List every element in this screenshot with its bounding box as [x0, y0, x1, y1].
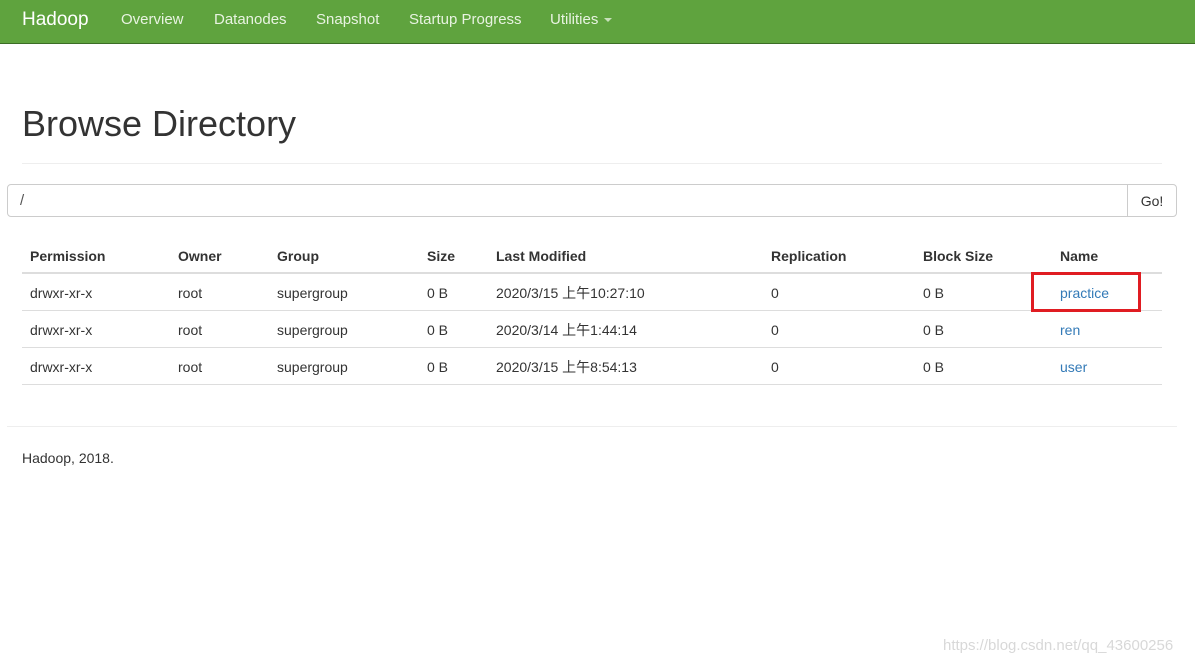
cell-block-size: 0 B [923, 322, 945, 338]
cell-owner: root [178, 285, 203, 301]
cell-size: 0 B [427, 285, 449, 301]
table-header: Permission Owner Group Size Last Modifie… [22, 237, 1162, 274]
cell-replication: 0 [771, 322, 779, 338]
column-header-size[interactable]: Size [427, 247, 455, 265]
column-header-last-modified[interactable]: Last Modified [496, 247, 586, 265]
brand-link[interactable]: Hadoop [22, 8, 89, 32]
nav-utilities-label: Utilities [550, 11, 599, 28]
cell-group: supergroup [277, 322, 348, 338]
cell-owner: root [178, 322, 203, 338]
cell-block-size: 0 B [923, 285, 945, 301]
column-header-name[interactable]: Name [1060, 247, 1098, 265]
cell-permission: drwxr-xr-x [30, 322, 93, 338]
nav-startup-progress[interactable]: Startup Progress [409, 11, 522, 29]
red-highlight-box [1031, 272, 1141, 312]
column-header-permission[interactable]: Permission [30, 247, 105, 265]
footer-text: Hadoop, 2018. [22, 450, 114, 466]
cell-owner: root [178, 359, 203, 375]
cell-last-modified: 2020/3/15 上午8:54:13 [496, 359, 637, 375]
directory-table: Permission Owner Group Size Last Modifie… [22, 237, 1162, 385]
table-row: drwxr-xr-x root supergroup 0 B 2020/3/14… [22, 311, 1162, 348]
table-row: drwxr-xr-x root supergroup 0 B 2020/3/15… [22, 348, 1162, 385]
cell-size: 0 B [427, 359, 449, 375]
top-navbar: Hadoop Overview Datanodes Snapshot Start… [0, 0, 1195, 44]
column-header-block-size[interactable]: Block Size [923, 247, 993, 265]
directory-link-ren[interactable]: ren [1060, 321, 1080, 339]
directory-path-input[interactable] [7, 184, 1128, 217]
cell-last-modified: 2020/3/14 上午1:44:14 [496, 322, 637, 338]
cell-replication: 0 [771, 285, 779, 301]
cell-last-modified: 2020/3/15 上午10:27:10 [496, 285, 645, 301]
cell-group: supergroup [277, 285, 348, 301]
cell-permission: drwxr-xr-x [30, 359, 93, 375]
column-header-replication[interactable]: Replication [771, 247, 846, 265]
table-row: drwxr-xr-x root supergroup 0 B 2020/3/15… [22, 272, 1162, 312]
column-header-group[interactable]: Group [277, 247, 319, 265]
cell-replication: 0 [771, 359, 779, 375]
column-header-owner[interactable]: Owner [178, 247, 222, 265]
title-divider [22, 163, 1162, 164]
nav-utilities-dropdown[interactable]: Utilities [550, 11, 613, 29]
directory-link-user[interactable]: user [1060, 358, 1087, 376]
nav-datanodes[interactable]: Datanodes [214, 11, 287, 29]
footer-divider [7, 426, 1177, 427]
page-title: Browse Directory [22, 103, 297, 144]
watermark-url: https://blog.csdn.net/qq_43600256 [943, 637, 1174, 654]
cell-block-size: 0 B [923, 359, 945, 375]
cell-size: 0 B [427, 322, 449, 338]
caret-down-icon [604, 18, 613, 23]
cell-permission: drwxr-xr-x [30, 285, 93, 301]
nav-snapshot[interactable]: Snapshot [316, 11, 379, 29]
nav-overview[interactable]: Overview [121, 11, 184, 29]
go-button[interactable]: Go! [1127, 184, 1177, 217]
cell-group: supergroup [277, 359, 348, 375]
